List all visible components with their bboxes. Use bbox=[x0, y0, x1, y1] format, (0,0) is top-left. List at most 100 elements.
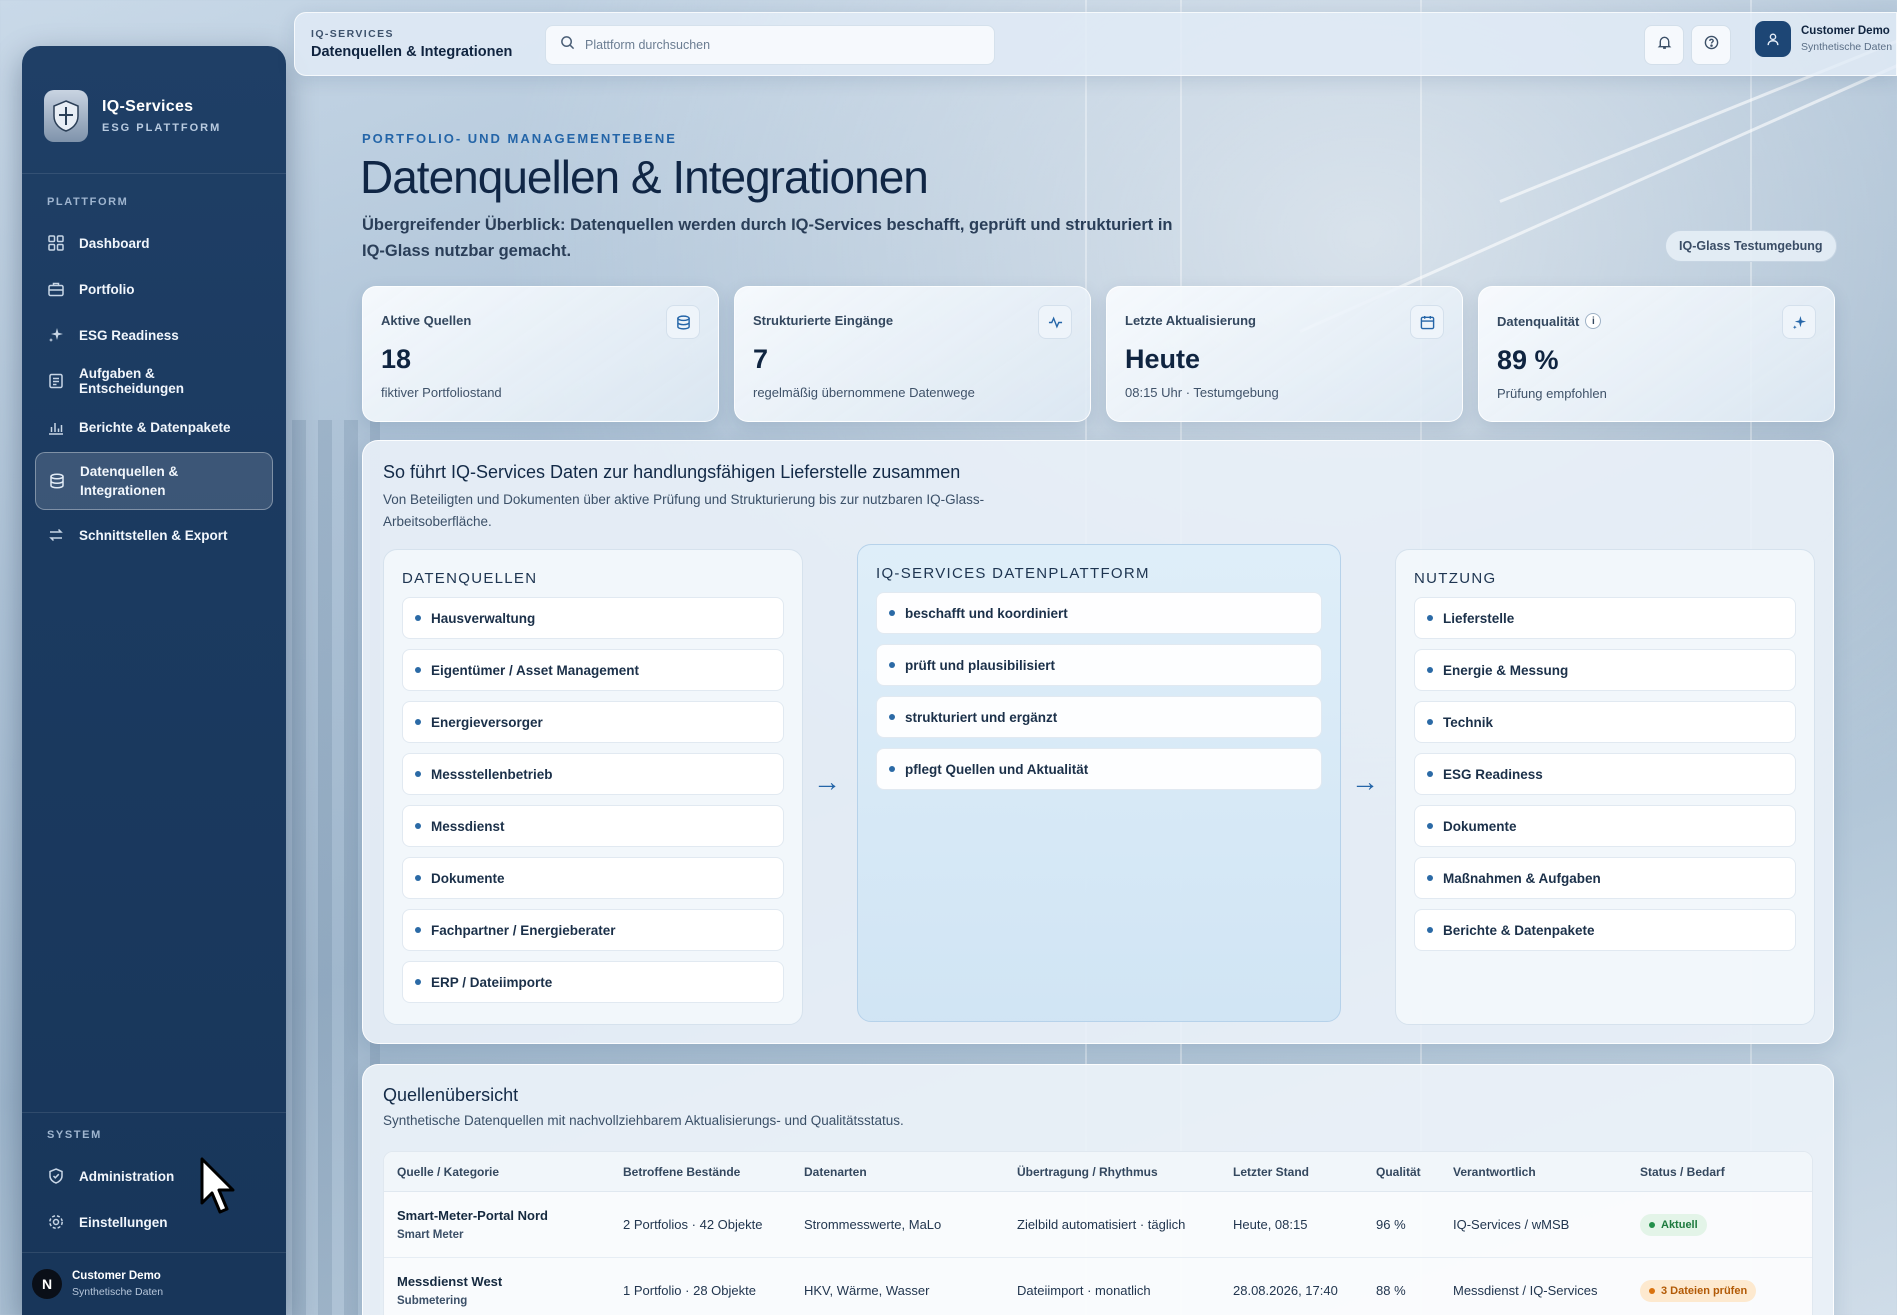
bullet-dot bbox=[415, 979, 421, 985]
flow-column-sources: DATENQUELLEN Hausverwaltung Eigentümer /… bbox=[383, 549, 803, 1025]
list-item-label: Fachpartner / Energieberater bbox=[431, 922, 616, 938]
bar-chart-icon bbox=[47, 418, 65, 436]
page-eyebrow: PORTFOLIO- UND MANAGEMENTEBENE bbox=[362, 131, 677, 146]
bullet-dot bbox=[415, 719, 421, 725]
status-label: Aktuell bbox=[1661, 1218, 1698, 1231]
kpi-value: Heute bbox=[1125, 344, 1201, 374]
bullet-dot bbox=[415, 875, 421, 881]
flow-description: Von Beteiligten und Dokumenten über akti… bbox=[383, 492, 985, 529]
kpi-card-last-update: Letzte Aktualisierung Heute 08:15 Uhr · … bbox=[1106, 286, 1463, 422]
column-header[interactable]: Letzter Stand bbox=[1220, 1165, 1363, 1179]
list-item-label: Messstellenbetrieb bbox=[431, 766, 553, 782]
sidebar-item-esg-readiness[interactable]: ESG Readiness bbox=[35, 312, 273, 358]
bullet-dot bbox=[1427, 823, 1433, 829]
sidebar-item-aufgaben[interactable]: Aufgaben & Entscheidungen bbox=[35, 358, 273, 404]
source-name: Messdienst West bbox=[397, 1274, 503, 1289]
bullet-dot bbox=[415, 771, 421, 777]
table-row[interactable]: Smart-Meter-Portal Nord Smart Meter 2 Po… bbox=[384, 1192, 1812, 1258]
list-item: Maßnahmen & Aufgaben bbox=[1414, 857, 1796, 899]
status-cell: Aktuell bbox=[1627, 1213, 1812, 1236]
list-item: prüft und plausibilisiert bbox=[876, 644, 1322, 686]
bullet-dot bbox=[889, 714, 895, 720]
list-item: ESG Readiness bbox=[1414, 753, 1796, 795]
arrow-right-icon: → bbox=[1351, 766, 1379, 797]
clipboard-icon bbox=[47, 372, 65, 390]
sidebar-user[interactable]: N Customer Demo Synthetische Daten bbox=[22, 1252, 286, 1315]
sidebar-item-datenquellen[interactable]: Datenquellen & Integrationen bbox=[35, 452, 273, 510]
crest-logo-icon bbox=[44, 89, 88, 142]
kpi-card-structured-inputs: Strukturierte Eingänge 7 regelmäßig über… bbox=[734, 286, 1091, 422]
avatar: N bbox=[32, 1269, 62, 1299]
list-item-label: Messdienst bbox=[431, 818, 505, 834]
topbar-kicker: IQ-SERVICES bbox=[311, 28, 394, 40]
sidebar-item-portfolio[interactable]: Portfolio bbox=[35, 266, 273, 312]
topbar: IQ-SERVICES Datenquellen & Integrationen… bbox=[294, 12, 1897, 76]
list-item-label: pflegt Quellen und Aktualität bbox=[905, 761, 1089, 777]
bell-icon bbox=[1657, 35, 1672, 55]
bullet-dot bbox=[1427, 771, 1433, 777]
sidebar-item-label: Portfolio bbox=[79, 281, 135, 297]
sidebar-item-label: ESG Readiness bbox=[79, 327, 179, 343]
kpi-sub: 08:15 Uhr · Testumgebung bbox=[1125, 385, 1279, 400]
quality-cell: 88 % bbox=[1376, 1283, 1406, 1298]
list-item: pflegt Quellen und Aktualität bbox=[876, 748, 1322, 790]
types-cell: HKV, Wärme, Wasser bbox=[804, 1283, 930, 1298]
list-item: Messdienst bbox=[402, 805, 784, 847]
sidebar-item-label: Administration bbox=[79, 1168, 175, 1184]
calendar-icon bbox=[1410, 305, 1444, 339]
source-cell: Smart-Meter-Portal Nord Smart Meter bbox=[384, 1208, 610, 1241]
sidebar-item-label: Aufgaben & Entscheidungen bbox=[79, 366, 185, 396]
brand[interactable]: IQ-Services ESG PLATTFORM bbox=[22, 46, 286, 174]
source-cell: Messdienst West Submetering bbox=[384, 1274, 610, 1307]
list-item-label: Energieversorger bbox=[431, 714, 543, 730]
help-button[interactable] bbox=[1691, 25, 1731, 65]
owner-cell: IQ-Services / wMSB bbox=[1453, 1217, 1570, 1232]
list-item: Eigentümer / Asset Management bbox=[402, 649, 784, 691]
table-title: Quellenübersicht bbox=[383, 1085, 519, 1105]
sidebar-item-schnittstellen[interactable]: Schnittstellen & Export bbox=[35, 512, 273, 558]
list-item-label: Dokumente bbox=[1443, 818, 1517, 834]
column-header[interactable]: Verantwortlich bbox=[1440, 1165, 1627, 1179]
list-item-label: Berichte & Datenpakete bbox=[1443, 922, 1595, 938]
database-icon bbox=[666, 305, 700, 339]
owner-cell: Messdienst / IQ-Services bbox=[1453, 1283, 1598, 1298]
page-title: Datenquellen & Integrationen bbox=[360, 151, 929, 203]
info-icon[interactable]: i bbox=[1585, 313, 1602, 329]
notifications-button[interactable] bbox=[1644, 25, 1684, 65]
list-item: Fachpartner / Energieberater bbox=[402, 909, 784, 951]
column-header[interactable]: Quelle / Kategorie bbox=[384, 1165, 610, 1179]
bullet-dot bbox=[415, 667, 421, 673]
last-update-cell: 28.08.2026, 17:40 bbox=[1233, 1283, 1338, 1298]
column-header[interactable]: Datenarten bbox=[791, 1165, 1004, 1179]
bullet-dot bbox=[415, 823, 421, 829]
column-header[interactable]: Qualität bbox=[1363, 1165, 1440, 1179]
help-circle-icon bbox=[1704, 35, 1719, 55]
activity-icon bbox=[1038, 305, 1072, 339]
status-cell: 3 Dateien prüfen bbox=[1627, 1279, 1812, 1302]
list-item-label: beschafft und koordiniert bbox=[905, 605, 1068, 621]
status-badge[interactable]: 3 Dateien prüfen bbox=[1640, 1279, 1757, 1302]
types-cell: Strommesswerte, MaLo bbox=[804, 1217, 942, 1232]
column-header[interactable]: Status / Bedarf bbox=[1627, 1165, 1812, 1179]
bullet-dot bbox=[1427, 927, 1433, 933]
search-icon bbox=[560, 35, 575, 55]
list-item: Lieferstelle bbox=[1414, 597, 1796, 639]
bullet-dot bbox=[889, 662, 895, 668]
column-header[interactable]: Betroffene Bestände bbox=[610, 1165, 791, 1179]
source-name: Smart-Meter-Portal Nord bbox=[397, 1208, 548, 1223]
table-row[interactable]: Messdienst West Submetering 1 Portfolio … bbox=[384, 1258, 1812, 1315]
sidebar-item-dashboard[interactable]: Dashboard bbox=[35, 220, 273, 266]
sidebar-item-berichte[interactable]: Berichte & Datenpakete bbox=[35, 404, 273, 450]
sidebar: IQ-Services ESG PLATTFORM PLATTFORM Dash… bbox=[22, 46, 286, 1315]
topbar-user-sub: Synthetische Daten bbox=[1801, 41, 1893, 53]
search-input[interactable]: Plattform durchsuchen bbox=[545, 25, 995, 65]
brand-subtitle: ESG PLATTFORM bbox=[102, 121, 222, 134]
user-menu[interactable]: Customer Demo Synthetische Daten bbox=[1755, 21, 1892, 57]
kpi-value: 18 bbox=[381, 344, 412, 374]
page-lead: Übergreifender Überblick: Datenquellen w… bbox=[362, 216, 1173, 260]
bullet-dot bbox=[1427, 615, 1433, 621]
table-description: Synthetische Datenquellen mit nachvollzi… bbox=[383, 1113, 904, 1128]
status-dot bbox=[1649, 1221, 1655, 1228]
column-header[interactable]: Übertragung / Rhythmus bbox=[1004, 1165, 1220, 1179]
list-item: strukturiert und ergänzt bbox=[876, 696, 1322, 738]
